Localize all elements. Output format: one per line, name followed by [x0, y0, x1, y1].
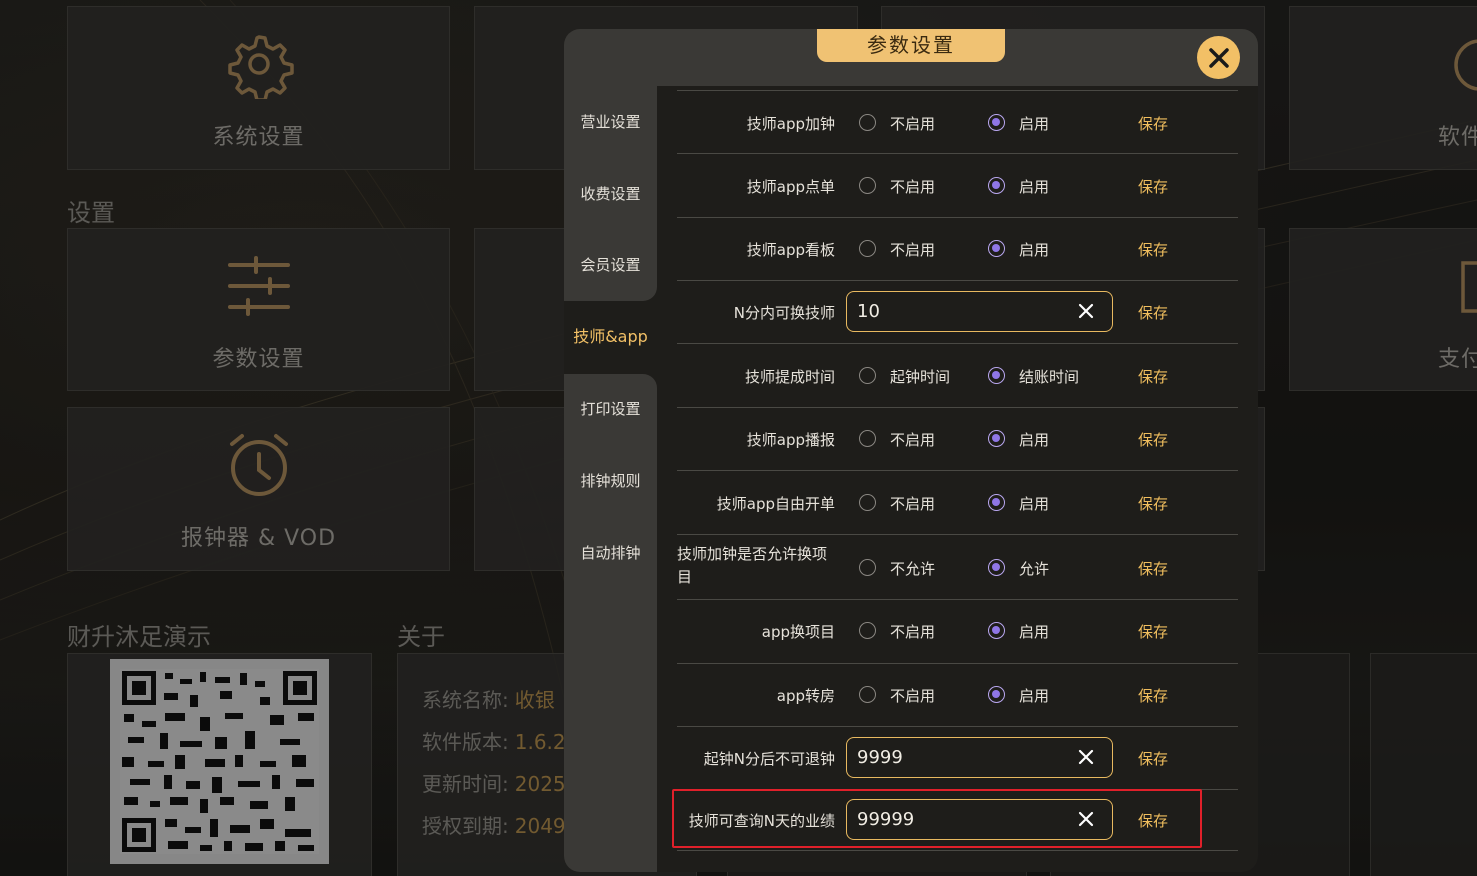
close-icon	[1208, 47, 1229, 68]
row-label: 起钟N分后不可退钟	[703, 750, 835, 768]
save-button[interactable]: 保存	[1138, 239, 1168, 260]
row-app-change-item: app换项目 不启用 启用 保存	[677, 600, 1238, 664]
performance-days-field	[846, 799, 1113, 840]
row-label: app换项目	[761, 623, 835, 641]
row-app-board: 技师app看板 不启用 启用 保存	[677, 218, 1238, 281]
no-refund-minutes-field	[846, 737, 1113, 778]
row-commission-time: 技师提成时间 起钟时间 结账时间 保存	[677, 344, 1238, 408]
save-button[interactable]: 保存	[1138, 748, 1168, 769]
row-label: 技师app播报	[746, 431, 835, 449]
radio-label-enable: 启用	[1019, 178, 1050, 196]
param-settings-modal: 参数设置 营业设置 收费设置 会员设置 技师&app 打印设置 排钟规则 自动排…	[564, 29, 1258, 872]
radio-disable[interactable]	[859, 177, 876, 194]
row-add-clock-change-item: 技师加钟是否允许换项目 不允许 允许 保存	[677, 535, 1238, 600]
nav-item-charging[interactable]: 收费设置	[564, 158, 657, 230]
radio-label-disable: 不启用	[890, 178, 936, 196]
radio-enable[interactable]	[988, 430, 1005, 447]
radio-label-disable: 不启用	[890, 241, 936, 259]
radio-disable[interactable]	[859, 622, 876, 639]
performance-days-input[interactable]	[857, 800, 1067, 838]
clear-icon[interactable]	[1077, 302, 1095, 320]
save-button[interactable]: 保存	[1138, 685, 1168, 706]
row-app-free-order: 技师app自由开单 不启用 启用 保存	[677, 471, 1238, 535]
save-button[interactable]: 保存	[1138, 810, 1168, 831]
radio-enable[interactable]	[988, 494, 1005, 511]
radio-label-disable: 不启用	[890, 115, 936, 133]
settings-list: 技师app加钟 不启用 启用 保存 技师app点单 不启用 启用 保存 技师ap…	[677, 86, 1238, 872]
row-no-refund-minutes: 起钟N分后不可退钟 保存	[677, 727, 1238, 790]
radio-label-disable: 不启用	[890, 431, 936, 449]
row-label: 技师可查询N天的业绩	[688, 812, 835, 830]
nav-item-bell-rules[interactable]: 排钟规则	[564, 445, 657, 517]
nav-item-print[interactable]: 打印设置	[564, 373, 657, 445]
row-performance-query-days: 技师可查询N天的业绩 保存	[677, 790, 1238, 851]
save-button[interactable]: 保存	[1138, 176, 1168, 197]
radio-enable[interactable]	[988, 622, 1005, 639]
radio-enable[interactable]	[988, 686, 1005, 703]
clear-icon[interactable]	[1077, 810, 1095, 828]
radio-label-enable: 启用	[1019, 687, 1050, 705]
row-label: 技师提成时间	[744, 368, 835, 386]
save-button[interactable]: 保存	[1138, 621, 1168, 642]
swap-minutes-field	[846, 291, 1113, 332]
row-label: 技师app点单	[746, 178, 835, 196]
row-app-order: 技师app点单 不启用 启用 保存	[677, 154, 1238, 218]
nav-item-technician-app[interactable]: 技师&app	[564, 301, 657, 373]
row-app-change-room: app转房 不启用 启用 保存	[677, 664, 1238, 727]
row-label: app转房	[776, 687, 835, 705]
radio-allow[interactable]	[988, 559, 1005, 576]
save-button[interactable]: 保存	[1138, 366, 1168, 387]
radio-enable[interactable]	[988, 114, 1005, 131]
row-app-add-clock: 技师app加钟 不启用 启用 保存	[677, 91, 1238, 154]
radio-label-disable: 不启用	[890, 687, 936, 705]
radio-disable[interactable]	[859, 114, 876, 131]
radio-label-disallow: 不允许	[890, 560, 936, 578]
radio-label-enable: 启用	[1019, 241, 1050, 259]
radio-disallow[interactable]	[859, 559, 876, 576]
row-app-broadcast: 技师app播报 不启用 启用 保存	[677, 408, 1238, 471]
radio-label-enable: 启用	[1019, 623, 1050, 641]
save-button[interactable]: 保存	[1138, 558, 1168, 579]
radio-label-disable: 不启用	[890, 495, 936, 513]
nav-item-member[interactable]: 会员设置	[564, 229, 657, 301]
modal-title: 参数设置	[817, 29, 1005, 62]
nav-item-auto-bell[interactable]: 自动排钟	[564, 517, 657, 589]
nav-item-business[interactable]: 营业设置	[564, 86, 657, 158]
radio-disable[interactable]	[859, 430, 876, 447]
radio-disable[interactable]	[859, 240, 876, 257]
row-label: N分内可换技师	[733, 304, 835, 322]
radio-enable[interactable]	[988, 177, 1005, 194]
radio-disable[interactable]	[859, 494, 876, 511]
no-refund-minutes-input[interactable]	[857, 738, 1067, 776]
radio-label-disable: 不启用	[890, 623, 936, 641]
save-button[interactable]: 保存	[1138, 429, 1168, 450]
clear-icon[interactable]	[1077, 748, 1095, 766]
radio-checkout-time[interactable]	[988, 367, 1005, 384]
row-label: 技师app加钟	[746, 115, 835, 133]
row-label: 技师app自由开单	[716, 495, 835, 513]
swap-minutes-input[interactable]	[857, 292, 1067, 330]
radio-enable[interactable]	[988, 240, 1005, 257]
row-swap-technician-minutes: N分内可换技师 保存	[677, 281, 1238, 344]
save-button[interactable]: 保存	[1138, 113, 1168, 134]
row-label: 技师app看板	[746, 241, 835, 259]
radio-label-checkout-time: 结账时间	[1019, 368, 1080, 386]
save-button[interactable]: 保存	[1138, 493, 1168, 514]
radio-label-start-time: 起钟时间	[890, 368, 951, 386]
save-button[interactable]: 保存	[1138, 302, 1168, 323]
radio-disable[interactable]	[859, 686, 876, 703]
radio-label-enable: 启用	[1019, 115, 1050, 133]
radio-start-time[interactable]	[859, 367, 876, 384]
row-label: 技师加钟是否允许换项目	[677, 545, 828, 586]
radio-label-enable: 启用	[1019, 495, 1050, 513]
radio-label-enable: 启用	[1019, 431, 1050, 449]
radio-label-allow: 允许	[1019, 560, 1050, 578]
close-button[interactable]	[1197, 36, 1240, 79]
side-nav: 营业设置 收费设置 会员设置 技师&app 打印设置 排钟规则 自动排钟	[564, 86, 657, 872]
